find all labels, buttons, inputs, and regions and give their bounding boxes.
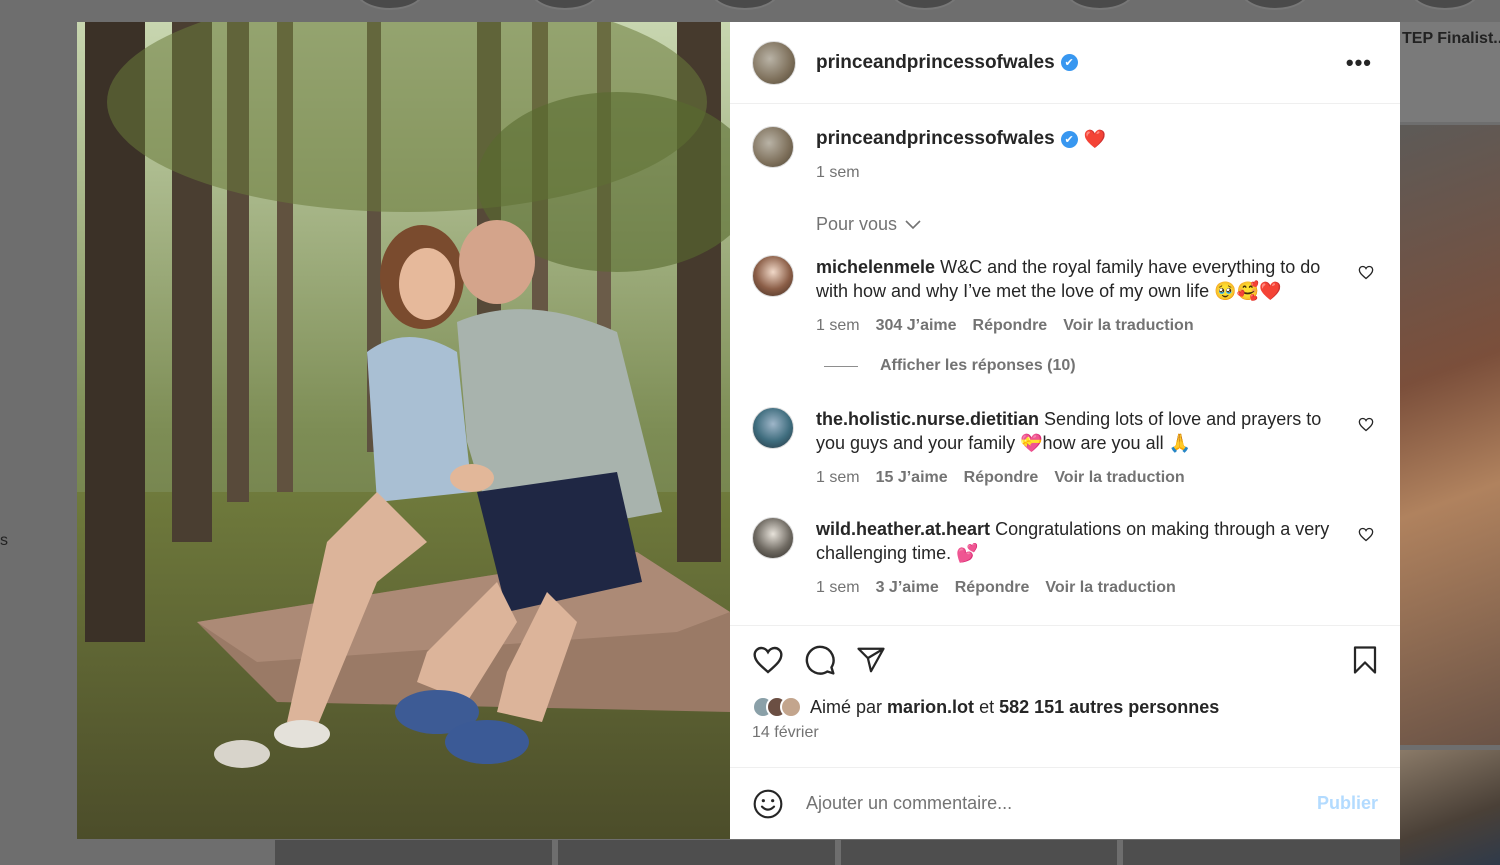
story-avatar[interactable]	[355, 0, 425, 10]
story-avatar[interactable]	[1240, 0, 1310, 10]
liker-avatars[interactable]	[752, 696, 802, 718]
post-modal: princeandprincessofwales ✔ ••• princeand…	[77, 22, 1400, 839]
likes-text: Aimé par marion.lot et 582 151 autres pe…	[810, 697, 1219, 718]
comment-input[interactable]	[806, 793, 1295, 814]
comment-text: the.holistic.nurse.dietitian Sending lot…	[816, 407, 1341, 455]
post-side-panel: princeandprincessofwales ✔ ••• princeand…	[730, 22, 1400, 839]
comment-button[interactable]	[804, 644, 836, 676]
story-avatar[interactable]	[530, 0, 600, 10]
likes-summary: Aimé par marion.lot et 582 151 autres pe…	[752, 696, 1378, 718]
comment-item: wild.heather.at.heart Congratulations on…	[752, 517, 1378, 597]
replies-divider	[824, 365, 858, 367]
reply-button[interactable]: Répondre	[964, 469, 1039, 487]
emoji-button[interactable]	[752, 788, 784, 820]
comment-item: the.holistic.nurse.dietitian Sending lot…	[752, 407, 1378, 487]
story-avatar[interactable]	[1410, 0, 1480, 10]
action-bar	[752, 644, 1378, 676]
story-avatar[interactable]	[710, 0, 780, 10]
chevron-down-icon	[905, 219, 921, 229]
background-grid-tile	[840, 840, 1118, 865]
post-author-username[interactable]: princeandprincessofwales	[816, 52, 1055, 74]
profile-avatar[interactable]	[752, 40, 796, 85]
commenter-avatar[interactable]	[752, 517, 794, 559]
commenter-username[interactable]: the.holistic.nurse.dietitian	[816, 409, 1039, 429]
post-actions: Aimé par marion.lot et 582 151 autres pe…	[730, 625, 1400, 767]
small-heart-icon[interactable]	[1358, 417, 1374, 432]
post-photo-illustration	[77, 22, 730, 839]
likes-joiner: et	[979, 696, 995, 717]
small-heart-icon[interactable]	[1358, 527, 1374, 542]
comments-section: princeandprincessofwales ✔ ❤️ 1 sem Pour…	[730, 104, 1400, 625]
post-date[interactable]: 14 février	[752, 724, 1378, 742]
comment-text: michelenmele W&C and the royal family ha…	[816, 255, 1341, 303]
background-text-fragment: s	[0, 532, 8, 549]
comment-sort-label: Pour vous	[816, 214, 898, 234]
like-icon	[753, 646, 783, 674]
comment-timestamp[interactable]: 1 sem	[816, 469, 860, 487]
share-icon	[857, 647, 885, 673]
post-author[interactable]: princeandprincessofwales ✔	[816, 52, 1078, 74]
story-avatar[interactable]	[890, 0, 960, 10]
stories-strip	[0, 0, 1500, 12]
small-heart-icon[interactable]	[1358, 265, 1374, 280]
background-photo	[1400, 125, 1500, 745]
comment-likes-count[interactable]: 304 J’aime	[876, 317, 957, 335]
commenter-username[interactable]: michelenmele	[816, 257, 935, 277]
translate-button[interactable]: Voir la traduction	[1045, 579, 1175, 597]
publish-button[interactable]: Publier	[1317, 793, 1378, 814]
translate-button[interactable]: Voir la traduction	[1063, 317, 1193, 335]
save-button[interactable]	[1352, 645, 1378, 675]
comment-timestamp[interactable]: 1 sem	[816, 579, 860, 597]
likes-others-link[interactable]: 582 151 autres personnes	[999, 697, 1219, 717]
caption-timestamp[interactable]: 1 sem	[816, 164, 1106, 182]
bookmark-icon	[1353, 646, 1377, 674]
add-comment-bar: Publier	[730, 767, 1400, 839]
likes-prefix: Aimé par	[810, 696, 883, 717]
comment-sort-dropdown[interactable]: Pour vous	[816, 214, 1378, 235]
post-photo[interactable]	[77, 22, 730, 839]
comment-meta: 1 sem 3 J’aime Répondre Voir la traducti…	[816, 579, 1341, 597]
liker-username[interactable]: marion.lot	[887, 697, 974, 717]
comment-icon	[805, 645, 835, 675]
avatar	[780, 696, 802, 718]
share-button[interactable]	[856, 645, 886, 675]
comment-text: wild.heather.at.heart Congratulations on…	[816, 517, 1341, 565]
view-replies-label: Afficher les réponses (10)	[880, 357, 1076, 374]
translate-button[interactable]: Voir la traduction	[1054, 469, 1184, 487]
view-replies-button[interactable]: Afficher les réponses (10)	[824, 357, 1378, 375]
commenter-avatar[interactable]	[752, 255, 794, 297]
comment-likes-count[interactable]: 3 J’aime	[876, 579, 939, 597]
commenter-username[interactable]: wild.heather.at.heart	[816, 519, 990, 539]
comment-timestamp[interactable]: 1 sem	[816, 317, 860, 335]
background-grid-tile	[275, 840, 552, 865]
caption-avatar[interactable]	[752, 126, 794, 168]
post-header: princeandprincessofwales ✔ •••	[730, 22, 1400, 104]
comment-item: michelenmele W&C and the royal family ha…	[752, 255, 1378, 335]
emoji-icon	[753, 789, 783, 818]
story-avatar[interactable]	[1065, 0, 1135, 10]
verified-badge-icon: ✔	[1060, 54, 1078, 71]
comment-meta: 1 sem 304 J’aime Répondre Voir la traduc…	[816, 317, 1341, 335]
reply-button[interactable]: Répondre	[955, 579, 1030, 597]
background-grid	[275, 840, 1400, 865]
more-options-button[interactable]: •••	[1340, 46, 1378, 80]
background-grid-tile	[1123, 840, 1400, 865]
like-button[interactable]	[752, 645, 784, 675]
caption-username[interactable]: princeandprincessofwales	[816, 128, 1055, 150]
caption-text: ❤️	[1083, 128, 1107, 149]
background-photo	[1400, 750, 1500, 865]
background-tile-label: TEP Finalist...	[1402, 30, 1500, 47]
comment-meta: 1 sem 15 J’aime Répondre Voir la traduct…	[816, 469, 1341, 487]
commenter-avatar[interactable]	[752, 407, 794, 449]
background-grid-tile	[557, 840, 835, 865]
reply-button[interactable]: Répondre	[973, 317, 1048, 335]
post-caption: princeandprincessofwales ✔ ❤️ 1 sem	[752, 126, 1378, 182]
verified-badge-icon: ✔	[1060, 130, 1078, 148]
comment-likes-count[interactable]: 15 J’aime	[876, 469, 948, 487]
